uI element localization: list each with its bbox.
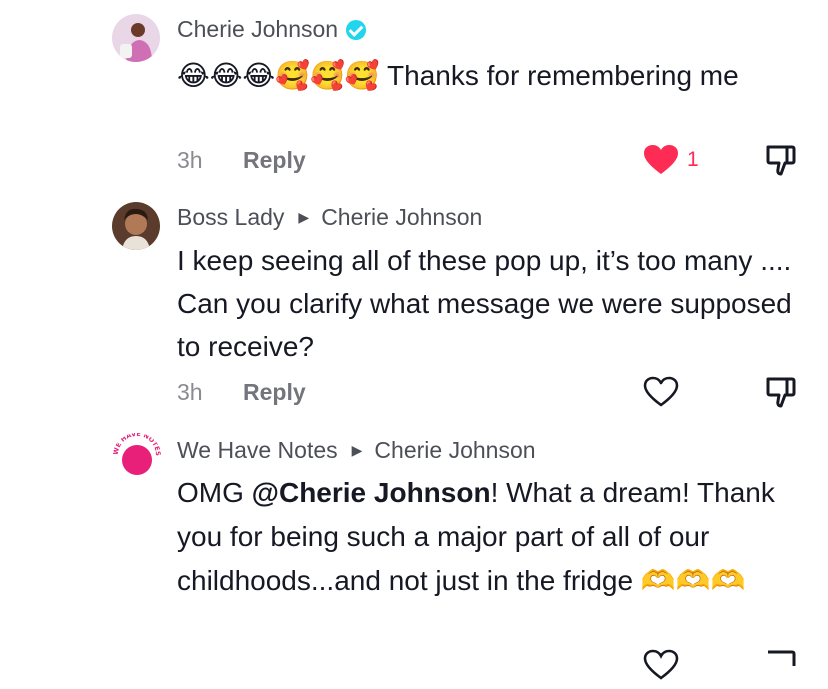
- comment-body: Thanks for remembering me: [379, 60, 739, 91]
- thumbs-down-icon: [768, 650, 796, 666]
- reply-button[interactable]: Reply: [243, 147, 306, 174]
- comment-footer: 3h Reply 1: [177, 140, 828, 180]
- like-button[interactable]: [643, 374, 679, 410]
- reply-button[interactable]: Reply: [243, 379, 306, 406]
- comment-author-row: Boss Lady ▶ Cherie Johnson: [177, 204, 482, 231]
- comment-footer: [177, 645, 828, 685]
- dislike-button[interactable]: [765, 649, 797, 689]
- heart-filled-icon: [644, 145, 678, 174]
- reply-to-author[interactable]: Cherie Johnson: [321, 204, 482, 231]
- reply-arrow-icon: ▶: [298, 209, 310, 225]
- comment-item: WE HAVE NOTES We Have Notes ▶ Cherie Joh…: [0, 425, 828, 680]
- heart-outline-icon: [643, 376, 679, 407]
- reply-to-author[interactable]: Cherie Johnson: [374, 437, 535, 464]
- dislike-button[interactable]: [765, 376, 797, 416]
- comment-author-row: Cherie Johnson: [177, 16, 367, 43]
- comment-author[interactable]: We Have Notes: [177, 437, 338, 464]
- reply-arrow-icon: ▶: [351, 442, 363, 458]
- comment-body: I keep seeing all of these pop up, it’s …: [177, 245, 792, 362]
- emoji-text: 🫶🫶🫶: [640, 564, 746, 597]
- comment-text: 😂😂😂🥰🥰🥰 Thanks for remembering me: [177, 54, 817, 97]
- like-button[interactable]: 1: [643, 142, 699, 178]
- comment-author[interactable]: Boss Lady: [177, 204, 284, 231]
- comment-author[interactable]: Cherie Johnson: [177, 16, 338, 43]
- avatar[interactable]: WE HAVE NOTES: [112, 433, 162, 483]
- like-count: 1: [687, 148, 699, 171]
- profile-photo-icon: [112, 14, 160, 62]
- profile-photo-icon: [112, 202, 160, 250]
- dislike-button[interactable]: [765, 144, 797, 184]
- thumbs-down-icon: [766, 377, 796, 408]
- comment-footer: 3h Reply: [177, 372, 828, 412]
- comment-body-pre: OMG: [177, 477, 252, 508]
- comment-author-row: We Have Notes ▶ Cherie Johnson: [177, 437, 536, 464]
- thumbs-down-icon: [766, 145, 796, 176]
- comment-timestamp: 3h: [177, 378, 203, 405]
- like-button[interactable]: [643, 647, 679, 683]
- avatar[interactable]: [112, 14, 160, 62]
- comment-text: I keep seeing all of these pop up, it’s …: [177, 239, 817, 368]
- verified-badge-icon: [346, 19, 367, 40]
- comment-item: Boss Lady ▶ Cherie Johnson I keep seeing…: [0, 190, 828, 425]
- comment-timestamp: 3h: [177, 146, 203, 173]
- mention-link[interactable]: @Cherie Johnson: [252, 477, 491, 508]
- emoji-text: 😂😂😂🥰🥰🥰: [177, 59, 380, 92]
- comment-text: OMG @Cherie Johnson! What a dream! Thank…: [177, 471, 817, 603]
- comment-item: Cherie Johnson 😂😂😂🥰🥰🥰 Thanks for remembe…: [0, 0, 828, 190]
- brand-logo-icon: WE HAVE NOTES: [112, 433, 162, 483]
- heart-outline-icon: [643, 649, 679, 680]
- avatar[interactable]: [112, 202, 160, 250]
